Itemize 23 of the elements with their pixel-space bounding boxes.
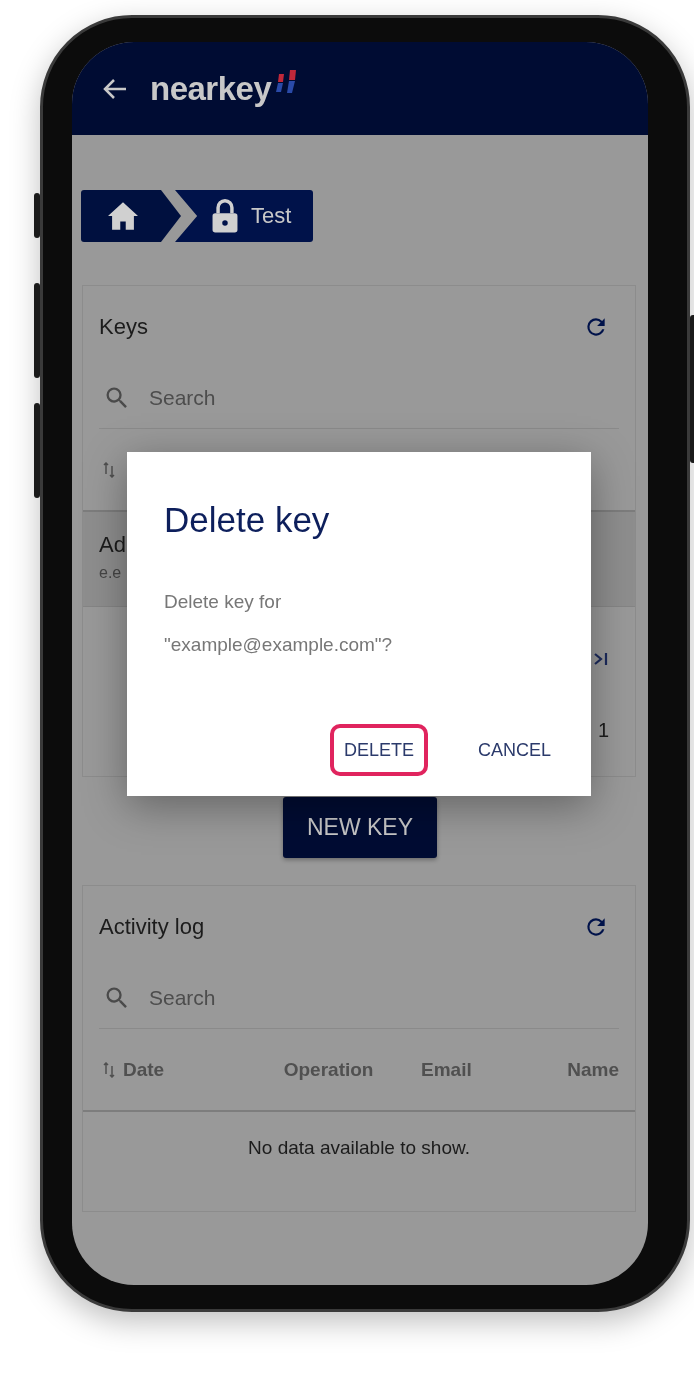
search-field[interactable]: Search (147, 985, 451, 1011)
card-title: Activity log (99, 914, 205, 940)
lock-icon (211, 198, 239, 234)
search-field[interactable]: Search (147, 385, 451, 411)
dialog-message: Delete key for (164, 590, 283, 614)
card-title: Keys (99, 314, 148, 340)
last-page-icon[interactable] (593, 651, 609, 667)
breadcrumb-item[interactable]: Test (175, 190, 314, 242)
dialog-message: "example@example.com"? (164, 633, 394, 657)
home-breadcrumb[interactable] (81, 190, 181, 242)
home-icon (106, 201, 140, 231)
dialog-button[interactable]: DELETE (329, 724, 428, 776)
dialog-button[interactable]: CANCEL (463, 724, 565, 776)
sort-icon[interactable] (103, 461, 115, 478)
key-email: e.e (99, 564, 123, 582)
empty-message: No data available to show. (248, 1136, 470, 1159)
new-key-button[interactable]: NEW KEY (283, 797, 437, 858)
key-name: Ad (99, 532, 127, 558)
back-arrow-icon[interactable] (102, 76, 128, 101)
page-number: 1 (597, 719, 609, 742)
app-logo-text: nearkey (150, 69, 272, 108)
dialog-title: Delete key (164, 500, 331, 540)
sort-icon[interactable] (103, 1061, 115, 1078)
